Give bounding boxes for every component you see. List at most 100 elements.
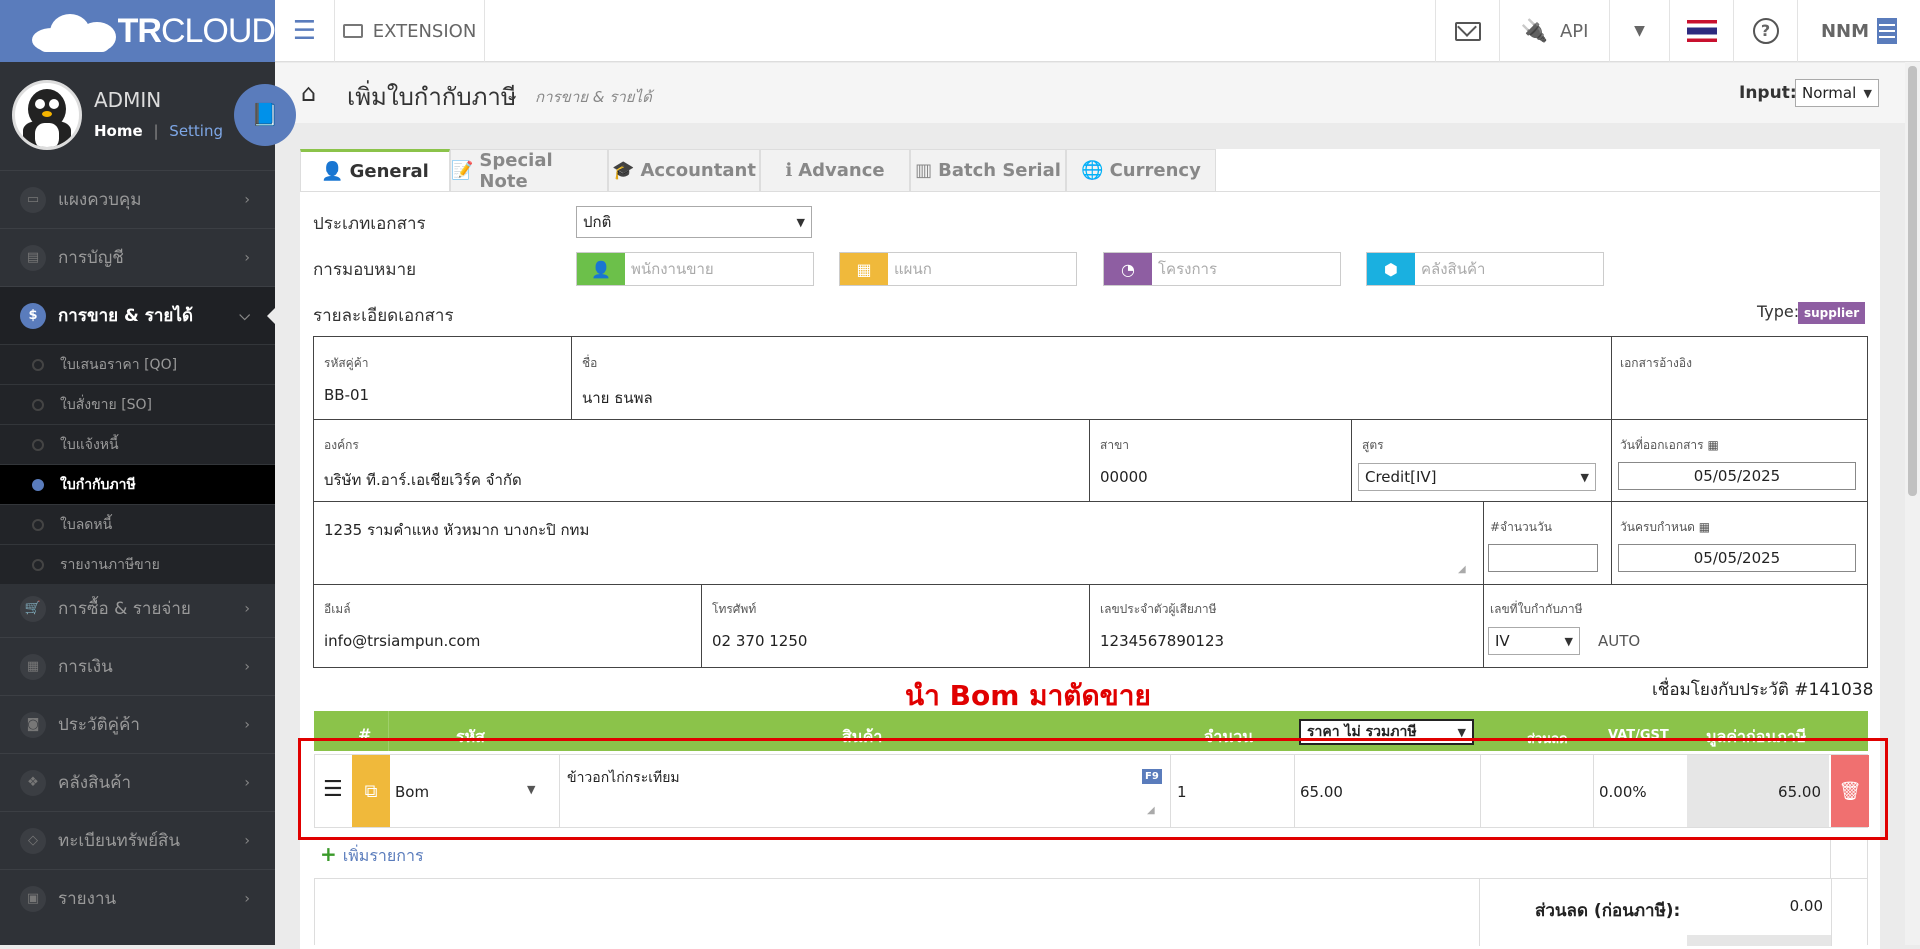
journal-button[interactable]: 📘: [234, 84, 296, 146]
sidebar-subitem-0[interactable]: ใบเสนอราคา [QO]: [0, 344, 275, 384]
tab-general[interactable]: 👤 General: [300, 149, 450, 191]
extension-button[interactable]: EXTENSION: [335, 0, 485, 62]
avatar[interactable]: [12, 80, 82, 150]
chevron-right-icon: ›: [244, 890, 250, 907]
input-mode-select[interactable]: Normal ▼: [1795, 79, 1879, 107]
help-button[interactable]: ?: [1733, 0, 1797, 62]
sidebar-subitem-3[interactable]: ใบกำกับภาษี: [0, 464, 275, 504]
partner-name-value[interactable]: นาย ธนพล: [582, 386, 653, 410]
brand-name-light: CLOUD: [160, 11, 276, 50]
department-field[interactable]: ▦ แผนก: [839, 252, 1077, 286]
doc-detail-label: รายละเอียดเอกสาร: [313, 306, 454, 326]
sidebar-item-label: การซื้อ & รายจ่าย: [58, 599, 191, 619]
org-value[interactable]: บริษัท ที.อาร์.เอเชียเวิร์ค จำกัด: [324, 468, 522, 492]
sidebar-item-3[interactable]: 🛒 การซื้อ & รายจ่าย ›: [0, 579, 275, 637]
barcode-icon: ▥: [915, 160, 933, 181]
warehouse-field[interactable]: ⬢ คลังสินค้า: [1366, 252, 1604, 286]
pie-chart-icon: ◔: [1104, 253, 1152, 285]
tax-id-label: เลขประจำตัวผู้เสียภาษี: [1100, 602, 1217, 616]
due-date-input[interactable]: 05/05/2025: [1618, 544, 1856, 572]
project-field[interactable]: ◔ โครงการ: [1103, 252, 1341, 286]
calendar-icon: ▦: [20, 653, 46, 680]
sidebar-item-8[interactable]: ▣ รายงาน ›: [0, 869, 275, 927]
tab-label: Accountant: [640, 160, 756, 181]
home-icon[interactable]: ⌂: [301, 79, 316, 107]
tax-id-value[interactable]: 1234567890123: [1100, 632, 1224, 650]
email-value[interactable]: info@trsiampun.com: [324, 632, 480, 650]
sidebar-item-label: รายงาน: [58, 889, 117, 909]
phone-value[interactable]: 02 370 1250: [712, 632, 807, 650]
cart-icon: 🛒: [20, 595, 46, 622]
resize-handle-icon[interactable]: ◢: [1458, 564, 1466, 575]
summary-discount-value: 0.00: [1789, 897, 1823, 915]
dropdown-button[interactable]: ▼: [1609, 0, 1669, 62]
branch-value[interactable]: 00000: [1100, 468, 1148, 486]
sidebar-item-5[interactable]: ◙ ประวัติคู่ค้า ›: [0, 695, 275, 753]
tab-label: Special Note: [479, 149, 553, 192]
sidebar-item-7[interactable]: ◇ ทะเบียนทรัพย์สิน ›: [0, 811, 275, 869]
address-value[interactable]: 1235 รามคำแหง หัวหมาก บางกะปิ กทม: [324, 518, 589, 542]
sidebar-item-label: การเงิน: [58, 657, 113, 677]
tab-currency[interactable]: 🌐 Currency: [1066, 149, 1216, 191]
cloud-icon: [30, 10, 118, 52]
partner-code-value[interactable]: BB-01: [324, 386, 369, 404]
sidebar-subitem-label: ใบแจ้งหนี้: [60, 436, 119, 453]
sidebar-item-label: ประวัติคู่ค้า: [58, 715, 140, 735]
sidebar-subitem-1[interactable]: ใบสั่งขาย [SO]: [0, 384, 275, 424]
user-icon: 👤: [577, 253, 625, 285]
salesperson-field[interactable]: 👤 พนักงานขาย: [576, 252, 814, 286]
invoice-prefix-value: IV: [1495, 632, 1510, 650]
home-link[interactable]: Home: [94, 122, 143, 140]
history-link[interactable]: เชื่อมโยงกับประวัติ #141038: [1652, 676, 1873, 703]
chevron-right-icon: ›: [244, 774, 250, 791]
hamburger-menu-button[interactable]: ☰: [275, 0, 335, 62]
tab-label: Currency: [1109, 160, 1201, 181]
sidebar-item-6[interactable]: ❖ คลังสินค้า ›: [0, 753, 275, 811]
tab-accountant[interactable]: 🎓 Accountant: [608, 149, 760, 191]
sidebar-subitem-4[interactable]: ใบลดหนี้: [0, 504, 275, 544]
chevron-down-icon: ▼: [1863, 86, 1872, 100]
tab-advance[interactable]: ℹ Advance: [760, 149, 910, 191]
extension-label: EXTENSION: [372, 20, 477, 42]
org-label: องค์กร: [324, 438, 359, 452]
building-icon: [1877, 18, 1898, 44]
boxes-icon: ❖: [20, 769, 46, 796]
user-icon: 👤: [321, 161, 344, 182]
setting-link[interactable]: Setting: [169, 122, 223, 140]
branch-label: สาขา: [1100, 438, 1130, 452]
sidebar-subitem-2[interactable]: ใบแจ้งหนี้: [0, 424, 275, 464]
add-item-button[interactable]: + เพิ่มรายการ: [320, 842, 424, 869]
sidebar-item-1[interactable]: ▤ การบัญชี ›: [0, 228, 275, 286]
info-icon: ℹ: [785, 160, 793, 181]
api-button[interactable]: 🔌 API: [1499, 0, 1609, 62]
phone-label: โทรศัพท์: [712, 602, 757, 616]
report-icon: ▣: [20, 885, 46, 912]
mail-button[interactable]: [1435, 0, 1499, 62]
chevron-down-icon: ▼: [796, 215, 805, 229]
issue-date-input[interactable]: 05/05/2025: [1618, 462, 1856, 490]
partner-name-cell: [572, 337, 1612, 420]
sidebar-item-0[interactable]: ▭ แผงควบคุม ›: [0, 170, 275, 228]
user-menu[interactable]: NNM: [1797, 0, 1920, 62]
sidebar-item-4[interactable]: ▦ การเงิน ›: [0, 637, 275, 695]
invoice-prefix-select[interactable]: IV ▼: [1488, 627, 1580, 655]
language-button[interactable]: [1669, 0, 1733, 62]
link-separator: |: [153, 122, 159, 140]
doc-type-select[interactable]: ปกติ ▼: [576, 206, 812, 238]
tab-batch-serial[interactable]: ▥ Batch Serial: [910, 149, 1066, 191]
issue-date-label: วันที่ออกเอกสาร ▦: [1620, 438, 1719, 452]
sidebar-subitem-5[interactable]: รายงานภาษีขาย: [0, 544, 275, 584]
days-input[interactable]: [1488, 544, 1598, 572]
formula-select[interactable]: Credit[IV] ▼: [1358, 463, 1596, 491]
scrollbar-thumb[interactable]: [1908, 66, 1917, 496]
bullet-icon: [32, 438, 44, 451]
brand-logo[interactable]: TRCLOUD: [0, 0, 276, 62]
sidebar-subitem-label: ใบลดหนี้: [60, 516, 113, 533]
top-navbar: ☰ EXTENSION 🔌 API ▼ ? NNM: [275, 0, 1920, 62]
sidebar-item-2[interactable]: $ การขาย & รายได้ ⌵: [0, 286, 275, 344]
hamburger-icon: ☰: [292, 16, 317, 46]
book-icon: 📘: [251, 102, 279, 128]
scrollbar[interactable]: [1905, 62, 1920, 945]
tab-special-note[interactable]: 📝 Special Note: [450, 149, 608, 192]
spacer-cell: [1830, 840, 1868, 878]
